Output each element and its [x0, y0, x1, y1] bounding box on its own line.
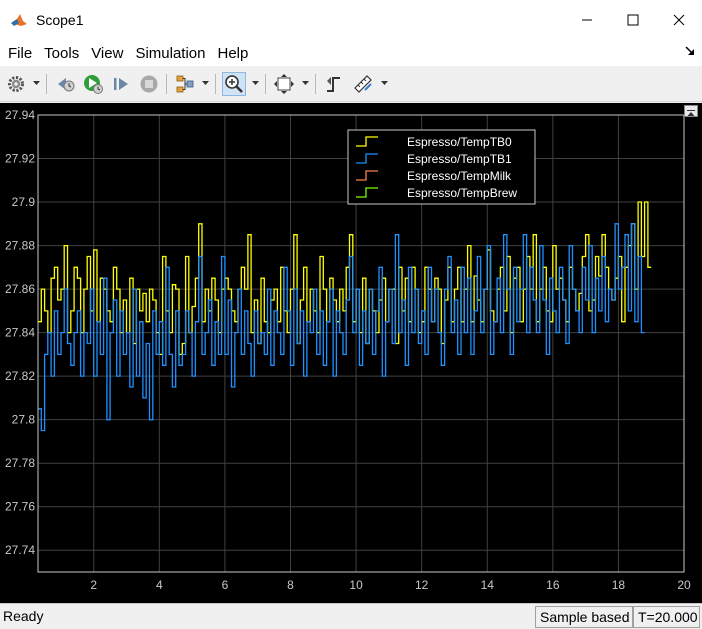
close-button[interactable] [656, 0, 702, 40]
x-tick-label: 16 [546, 578, 560, 592]
title-bar: Scope1 [0, 0, 702, 40]
toolbar-separator [166, 74, 167, 94]
y-tick-label: 27.88 [5, 239, 35, 253]
gear-icon [8, 76, 24, 92]
settings-button[interactable] [4, 72, 28, 96]
maximize-icon [627, 14, 639, 26]
y-tick-label: 27.82 [5, 369, 35, 383]
y-tick-label: 27.84 [5, 326, 35, 340]
menu-help[interactable]: Help [212, 45, 255, 62]
series-line-2 [38, 223, 645, 432]
minimize-icon [582, 19, 592, 21]
y-tick-label: 27.8 [12, 413, 36, 427]
sampling-mode: Sample based [535, 606, 633, 628]
measurements-dropdown-icon[interactable] [381, 80, 388, 86]
close-icon [673, 14, 685, 26]
x-tick-label: 2 [90, 578, 97, 592]
maximize-button[interactable] [610, 0, 656, 40]
legend[interactable]: Espresso/TempTB0 Espresso/TempTB1 Espresso… [347, 129, 536, 205]
x-tick-label: 6 [222, 578, 229, 592]
x-tick-label: 18 [612, 578, 626, 592]
y-tick-label: 27.94 [5, 108, 35, 122]
x-tick-label: 20 [677, 578, 691, 592]
fit-to-view-button[interactable] [272, 72, 296, 96]
y-tick-label: 27.92 [5, 152, 35, 166]
fit-to-view-icon [274, 74, 294, 94]
signal-selector-dropdown-icon[interactable] [202, 80, 209, 86]
scope-plot[interactable]: 27.74 27.76 27.78 27.8 27.82 27.84 27.86 27.88 2… [0, 103, 702, 603]
expand-axes-button[interactable] [684, 105, 698, 117]
y-tick-label: 27.9 [12, 195, 36, 209]
legend-label: Espresso/TempTB1 [407, 152, 512, 166]
step-back-icon [58, 78, 75, 92]
toolbar-separator [265, 74, 266, 94]
legend-label: Espresso/TempBrew [407, 186, 517, 200]
measurements-button[interactable] [351, 72, 375, 96]
measurements-icon [354, 75, 372, 93]
legend-label: Espresso/TempMilk [407, 169, 512, 183]
scope-display[interactable]: 27.74 27.76 27.78 27.8 27.82 27.84 27.86 27.88 2… [0, 103, 702, 603]
x-tick-label: 4 [156, 578, 163, 592]
run-button[interactable] [81, 72, 105, 96]
minimize-button[interactable] [564, 0, 610, 40]
y-tick-label: 27.86 [5, 282, 35, 296]
menu-file[interactable]: File [2, 45, 38, 62]
expand-icon [687, 110, 695, 116]
settings-dropdown-icon[interactable] [33, 80, 40, 86]
window-title: Scope1 [36, 12, 84, 28]
triggers-icon [327, 77, 340, 92]
zoom-in-button[interactable] [222, 72, 246, 96]
step-forward-icon [114, 78, 128, 90]
toolbar-separator [315, 74, 316, 94]
toolbar-separator [215, 74, 216, 94]
menu-simulation[interactable]: Simulation [129, 45, 211, 62]
y-tick-label: 27.74 [5, 543, 35, 557]
status-text: Ready [3, 608, 44, 624]
stop-button[interactable] [137, 72, 161, 96]
stop-icon [140, 75, 158, 93]
plot-lines [38, 201, 652, 432]
step-back-button[interactable] [53, 72, 77, 96]
menu-tools[interactable]: Tools [38, 45, 85, 62]
signal-selector-icon [176, 75, 194, 93]
menu-bar: File Tools View Simulation Help [0, 40, 702, 66]
run-icon [84, 75, 103, 94]
x-tick-label: 14 [481, 578, 495, 592]
toolbar-separator [46, 74, 47, 94]
matlab-logo-icon [10, 11, 28, 29]
fit-dropdown-icon[interactable] [302, 80, 309, 86]
x-tick-label: 12 [415, 578, 429, 592]
x-tick-label: 10 [349, 578, 363, 592]
toolbar [0, 66, 702, 102]
status-bar: Ready Sample based T=20.000 [0, 603, 702, 629]
menu-view[interactable]: View [85, 45, 129, 62]
triggers-button[interactable] [322, 72, 346, 96]
simulation-time: T=20.000 [633, 606, 700, 628]
zoom-dropdown-icon[interactable] [252, 80, 259, 86]
step-forward-button[interactable] [109, 72, 133, 96]
signal-selector-button[interactable] [173, 72, 197, 96]
zoom-in-icon [225, 75, 243, 93]
legend-label: Espresso/TempTB0 [407, 135, 512, 149]
undock-arrow-icon[interactable] [684, 45, 696, 57]
y-tick-label: 27.76 [5, 500, 35, 514]
x-tick-label: 8 [287, 578, 294, 592]
y-tick-label: 27.78 [5, 456, 35, 470]
